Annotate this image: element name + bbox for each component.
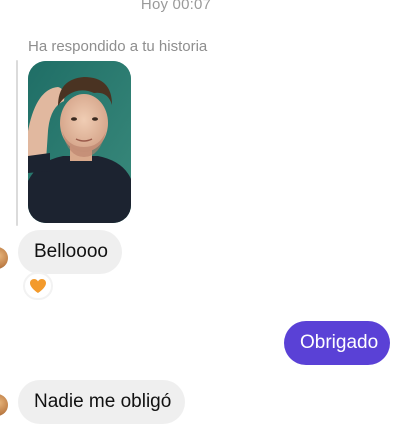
outgoing-message-bubble[interactable]: Obrigado [284, 321, 390, 365]
chat-thread: Hoy 00:07 Ha respondido a tu historia Be… [0, 0, 400, 437]
reply-quote-bar [16, 60, 18, 226]
message-timestamp: Hoy 00:07 [140, 0, 212, 13]
story-reply-label: Ha respondido a tu historia [28, 38, 208, 55]
incoming-message-bubble[interactable]: Belloooo [18, 230, 122, 274]
message-reaction[interactable] [23, 272, 53, 300]
sender-avatar[interactable] [0, 394, 8, 416]
incoming-message-bubble[interactable]: Nadie me obligó [18, 380, 185, 424]
story-thumbnail[interactable] [28, 61, 131, 223]
sender-avatar[interactable] [0, 247, 8, 269]
story-photo-image [28, 61, 131, 223]
orange-heart-icon [30, 279, 46, 293]
